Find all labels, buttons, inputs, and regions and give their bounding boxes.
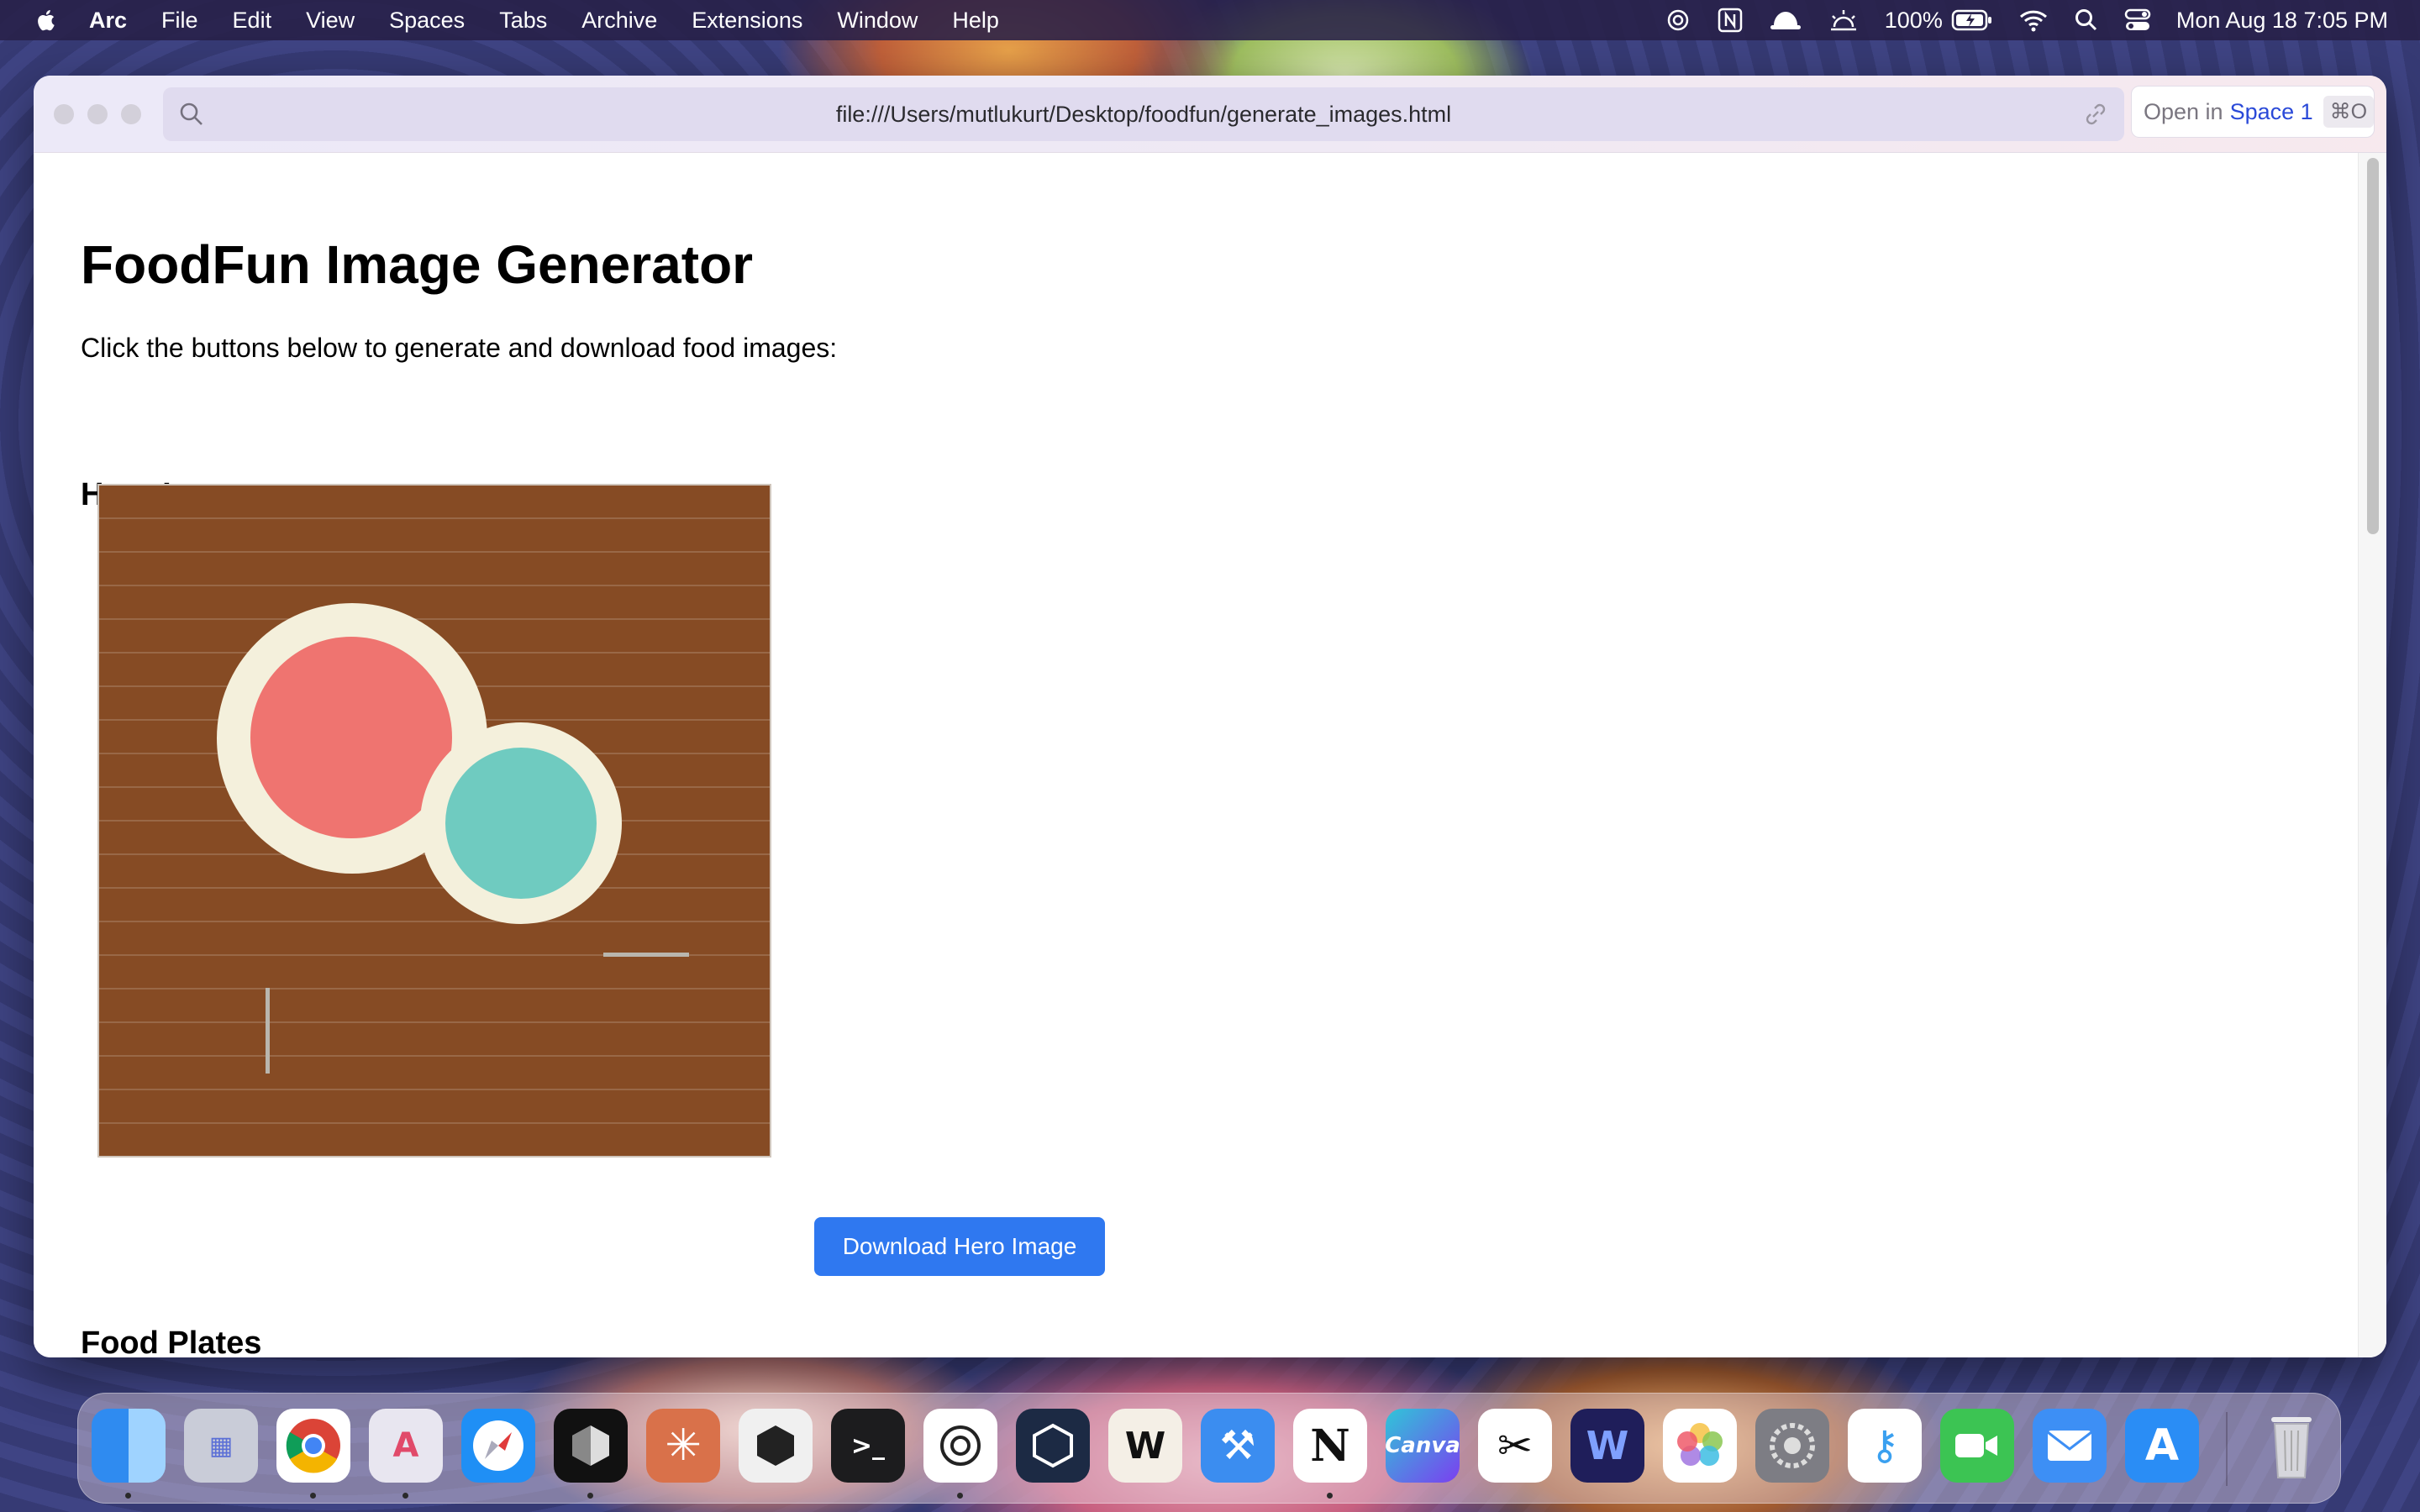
chrome-icon[interactable] [276, 1409, 350, 1483]
food-plates-heading: Food Plates [81, 1326, 262, 1357]
notion-running-indicator [1327, 1493, 1333, 1499]
finder-icon[interactable] [92, 1409, 166, 1483]
incognito-status-icon[interactable] [1769, 7, 1802, 34]
menu-bar: Arc File Edit View Spaces Tabs Archive E… [0, 0, 2420, 40]
browser-toolbar: file:///Users/mutlukurt/Desktop/foodfun/… [34, 76, 2386, 153]
address-url[interactable]: file:///Users/mutlukurt/Desktop/foodfun/… [163, 87, 2124, 141]
open-in-space-button[interactable]: Open in Space 1 ⌘O [2131, 86, 2375, 138]
chatgpt-running-indicator [957, 1493, 963, 1499]
page-content: FoodFun Image Generator Click the button… [34, 153, 2386, 1357]
menu-view[interactable]: View [306, 8, 355, 34]
open-in-shortcut: ⌘O [2323, 96, 2375, 128]
wifi-icon[interactable] [2018, 8, 2049, 33]
minimize-window-button[interactable] [87, 104, 108, 124]
teal-food [445, 748, 597, 899]
page-intro: Click the buttons below to generate and … [81, 333, 838, 363]
copy-link-icon[interactable] [2082, 101, 2109, 128]
warp-icon[interactable]: W [1108, 1409, 1182, 1483]
cube-app-icon[interactable] [739, 1409, 813, 1483]
cursor-running-indicator [587, 1493, 593, 1499]
mail-icon[interactable] [2033, 1409, 2107, 1483]
battery-icon[interactable] [1951, 8, 1993, 32]
chrome-running-indicator [310, 1493, 316, 1499]
safari-icon[interactable] [461, 1409, 535, 1483]
launchpad-icon[interactable]: ▦ [184, 1409, 258, 1483]
battery-percent: 100% [1884, 7, 1943, 33]
finder-running-indicator [125, 1493, 131, 1499]
retcon-icon[interactable] [1016, 1409, 1090, 1483]
hero-image-canvas [97, 484, 771, 1158]
open-in-label: Open in [2144, 98, 2223, 124]
brightness-status-icon[interactable] [1828, 7, 1860, 34]
menu-help[interactable]: Help [952, 8, 999, 34]
open-in-space-name: Space 1 [2229, 98, 2313, 124]
control-center-icon[interactable] [2124, 8, 2151, 33]
xcode-icon[interactable]: ⚒ [1201, 1409, 1275, 1483]
menu-edit[interactable]: Edit [233, 8, 272, 34]
dock: ▦ A ✳ >_ W ⚒ N Canva ✂ W ⚷ A [77, 1393, 2341, 1504]
page-title: FoodFun Image Generator [81, 234, 754, 295]
fork-utensil [266, 988, 270, 1074]
scrollbar-thumb[interactable] [2367, 158, 2379, 534]
dock-separator [2226, 1412, 2228, 1486]
address-bar[interactable]: file:///Users/mutlukurt/Desktop/foodfun/… [163, 87, 2124, 141]
menu-extensions[interactable]: Extensions [692, 8, 802, 34]
capcut-icon[interactable]: ✂ [1478, 1409, 1552, 1483]
menu-tabs[interactable]: Tabs [499, 8, 547, 34]
apple-menu-icon[interactable] [32, 6, 60, 34]
system-settings-icon[interactable] [1755, 1409, 1829, 1483]
claude-icon[interactable]: ✳ [646, 1409, 720, 1483]
menu-spaces[interactable]: Spaces [389, 8, 465, 34]
download-hero-button[interactable]: Download Hero Image [814, 1217, 1105, 1276]
terminal-icon[interactable]: >_ [831, 1409, 905, 1483]
photos-icon[interactable] [1663, 1409, 1737, 1483]
close-window-button[interactable] [54, 104, 74, 124]
notion-icon[interactable]: N [1293, 1409, 1367, 1483]
affinity-running-indicator [402, 1493, 408, 1499]
facetime-icon[interactable] [1940, 1409, 2014, 1483]
knife-utensil [603, 953, 689, 957]
app-store-icon[interactable]: A [2125, 1409, 2199, 1483]
menu-archive[interactable]: Archive [581, 8, 657, 34]
passwords-icon[interactable]: ⚷ [1848, 1409, 1922, 1483]
zoom-window-button[interactable] [121, 104, 141, 124]
browser-window: file:///Users/mutlukurt/Desktop/foodfun/… [34, 76, 2386, 1357]
windsurf-icon[interactable]: W [1570, 1409, 1644, 1483]
chatgpt-status-icon[interactable] [1665, 7, 1691, 34]
cursor-icon[interactable] [554, 1409, 628, 1483]
trash-icon[interactable] [2254, 1409, 2328, 1483]
notion-status-icon[interactable] [1717, 7, 1744, 34]
window-controls [54, 104, 155, 124]
menu-clock[interactable]: Mon Aug 18 7:05 PM [2176, 8, 2388, 34]
page-scrollbar[interactable] [2358, 153, 2386, 1357]
menu-file[interactable]: File [161, 8, 198, 34]
affinity-icon[interactable]: A [369, 1409, 443, 1483]
menu-window[interactable]: Window [837, 8, 918, 34]
chatgpt-icon[interactable] [923, 1409, 997, 1483]
spotlight-search-icon[interactable] [2074, 8, 2099, 33]
canva-icon[interactable]: Canva [1385, 1409, 1460, 1483]
menu-app-name[interactable]: Arc [89, 8, 127, 34]
